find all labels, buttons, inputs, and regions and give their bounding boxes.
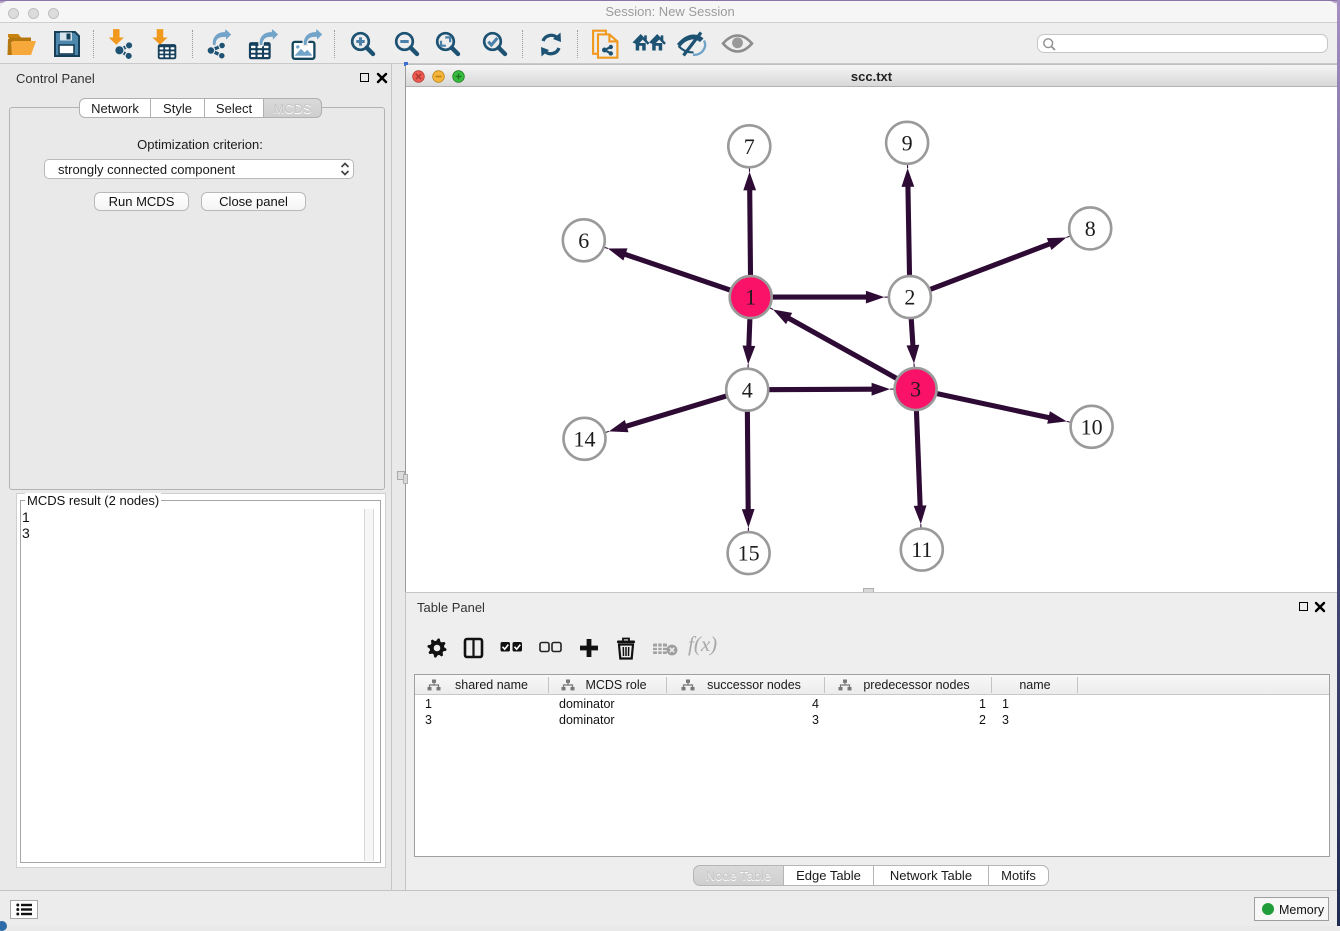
- svg-text:4: 4: [742, 377, 753, 402]
- svg-text:15: 15: [738, 541, 760, 566]
- svg-text:9: 9: [902, 130, 913, 155]
- svg-text:3: 3: [910, 377, 921, 402]
- svg-text:10: 10: [1081, 414, 1103, 439]
- svg-text:6: 6: [578, 228, 589, 253]
- svg-text:7: 7: [744, 134, 755, 159]
- svg-text:14: 14: [574, 426, 596, 451]
- svg-text:11: 11: [911, 537, 932, 562]
- svg-text:1: 1: [745, 285, 756, 310]
- svg-text:8: 8: [1085, 216, 1096, 241]
- svg-text:2: 2: [904, 285, 915, 310]
